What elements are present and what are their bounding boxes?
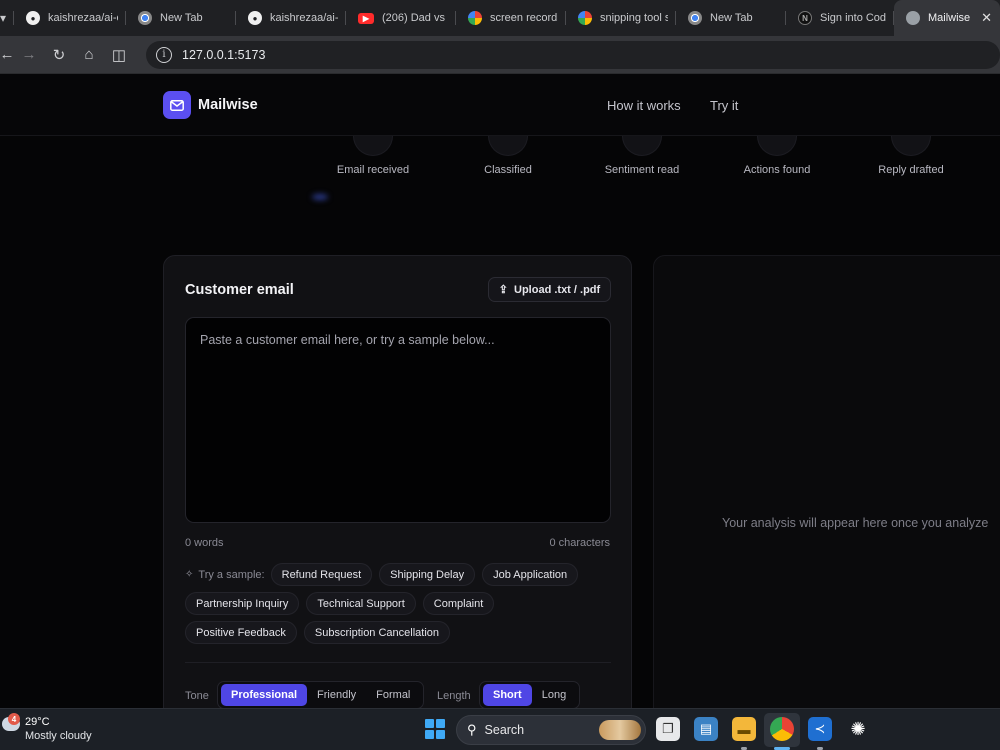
- step-dot: [891, 136, 931, 156]
- globe-icon: [906, 11, 920, 25]
- tone-professional[interactable]: Professional: [221, 684, 308, 706]
- google-icon: [468, 11, 482, 25]
- github-icon: ●: [26, 11, 40, 25]
- email-textarea[interactable]: Paste a customer email here, or try a sa…: [185, 317, 611, 523]
- char-count: 0 characters: [549, 537, 610, 549]
- progress-glow: [312, 194, 328, 200]
- browser-tab[interactable]: ● kaishrezaa/ai-e: [236, 0, 346, 36]
- youtube-icon: ▶: [358, 12, 374, 24]
- length-short[interactable]: Short: [483, 684, 532, 706]
- step-dot: [488, 136, 528, 156]
- weather-badge: 4: [8, 713, 20, 725]
- home-icon[interactable]: ⌂: [74, 40, 104, 70]
- site-info-icon[interactable]: i: [156, 46, 172, 63]
- back-icon[interactable]: ←: [0, 40, 15, 70]
- browser-tab[interactable]: screen recordin: [456, 0, 566, 36]
- address-url: 127.0.0.1:5173: [182, 47, 266, 62]
- step-classified: Classified: [438, 136, 578, 176]
- step-actions-found: Actions found: [707, 136, 847, 176]
- address-bar[interactable]: i 127.0.0.1:5173: [146, 40, 1000, 69]
- page: Mailwise How it works Try it Email recei…: [0, 74, 1000, 708]
- widgets-icon[interactable]: ▤: [694, 717, 718, 741]
- sample-chip-subscription-cancellation[interactable]: Subscription Cancellation: [303, 621, 451, 644]
- weather-desc[interactable]: Mostly cloudy: [25, 730, 92, 742]
- step-dot: [622, 136, 662, 156]
- upload-button[interactable]: ⇪ Upload .txt / .pdf: [488, 277, 611, 302]
- chatgpt-icon[interactable]: ✺: [846, 717, 870, 741]
- customer-email-card: Customer email ⇪ Upload .txt / .pdf Past…: [163, 255, 632, 708]
- length-selector: Short Long: [479, 681, 581, 708]
- sample-chip-job-application[interactable]: Job Application: [482, 563, 579, 586]
- chrome-icon: [138, 11, 152, 25]
- mail-logo-icon[interactable]: [163, 91, 191, 119]
- divider: [185, 662, 611, 663]
- browser-tab[interactable]: New Tab: [126, 0, 236, 36]
- browser-tab[interactable]: ● kaishrezaa/ai-e: [14, 0, 126, 36]
- browser-tab[interactable]: New Tab: [676, 0, 786, 36]
- notion-icon: N: [798, 11, 812, 25]
- split-view-icon[interactable]: ◫: [104, 40, 134, 70]
- tone-friendly[interactable]: Friendly: [307, 684, 366, 706]
- reload-icon[interactable]: ↻: [44, 40, 74, 70]
- analysis-output-card: Your analysis will appear here once you …: [653, 255, 1000, 708]
- sample-chip-partnership-inquiry[interactable]: Partnership Inquiry: [185, 592, 300, 615]
- step-dot: [757, 136, 797, 156]
- sample-chip-refund-request[interactable]: Refund Request: [270, 563, 373, 586]
- sample-label: ✧ Try a sample:: [185, 568, 265, 581]
- email-placeholder: Paste a customer email here, or try a sa…: [200, 333, 495, 347]
- weather-temp[interactable]: 29°C: [25, 716, 50, 728]
- brand-name[interactable]: Mailwise: [198, 97, 258, 113]
- file-explorer-icon[interactable]: ▬: [732, 717, 756, 741]
- tone-label: Tone: [185, 690, 209, 702]
- card-title: Customer email: [185, 282, 294, 298]
- pipeline-steps: Email received Classified Sentiment read…: [0, 136, 1000, 200]
- taskbar-search[interactable]: ⚲ Search: [456, 715, 646, 745]
- browser-tab[interactable]: N Sign into Code: [786, 0, 894, 36]
- chrome-icon: [688, 11, 702, 25]
- sample-chip-technical-support[interactable]: Technical Support: [306, 592, 416, 615]
- nav-how-it-works[interactable]: How it works: [607, 98, 681, 113]
- close-icon[interactable]: ✕: [981, 10, 992, 26]
- google-icon: [578, 11, 592, 25]
- length-long[interactable]: Long: [532, 684, 576, 706]
- browser-tab[interactable]: ▶ (206) Dad vs IN: [346, 0, 456, 36]
- browser-tab-active[interactable]: Mailwise – ✕: [894, 0, 1000, 36]
- length-label: Length: [437, 690, 471, 702]
- browser-toolbar: ← → ↻ ⌂ ◫ i 127.0.0.1:5173: [0, 36, 1000, 74]
- search-icon: ⚲: [467, 722, 477, 737]
- github-icon: ●: [248, 11, 262, 25]
- tone-selector: Professional Friendly Formal: [217, 681, 425, 708]
- word-count: 0 words: [185, 537, 224, 549]
- nav-try-it[interactable]: Try it: [710, 98, 738, 113]
- forward-icon[interactable]: →: [14, 40, 44, 70]
- tone-formal[interactable]: Formal: [366, 684, 420, 706]
- analysis-placeholder: Your analysis will appear here once you …: [722, 516, 989, 530]
- step-dot: [353, 136, 393, 156]
- chrome-taskbar-icon[interactable]: [770, 717, 794, 741]
- step-email-received: Email received: [303, 136, 443, 176]
- vscode-icon[interactable]: ≺: [808, 717, 832, 741]
- sample-chip-positive-feedback[interactable]: Positive Feedback: [185, 621, 297, 644]
- sparkle-icon: ✧: [185, 569, 194, 580]
- step-sentiment-read: Sentiment read: [572, 136, 712, 176]
- task-view-icon[interactable]: ❐: [656, 717, 680, 741]
- search-highlight-image: [599, 720, 641, 740]
- step-reply-drafted: Reply drafted: [841, 136, 981, 176]
- browser-tab-strip: ▾ ● kaishrezaa/ai-e New Tab ● kaishrezaa…: [0, 0, 1000, 36]
- tab-search-chevron-icon[interactable]: ▾: [0, 0, 14, 36]
- browser-tab[interactable]: snipping tool s: [566, 0, 676, 36]
- site-header: Mailwise How it works Try it: [0, 74, 1000, 136]
- upload-icon: ⇪: [498, 284, 509, 296]
- sample-chip-complaint[interactable]: Complaint: [422, 592, 495, 615]
- taskbar: 4 29°C Mostly cloudy ⚲ Search ❐ ▤ ▬ ≺ ✺: [0, 708, 1000, 750]
- sample-chip-shipping-delay[interactable]: Shipping Delay: [379, 563, 476, 586]
- sample-list: ✧ Try a sample: Refund Request Shipping …: [185, 563, 615, 650]
- windows-start-icon[interactable]: [425, 719, 445, 739]
